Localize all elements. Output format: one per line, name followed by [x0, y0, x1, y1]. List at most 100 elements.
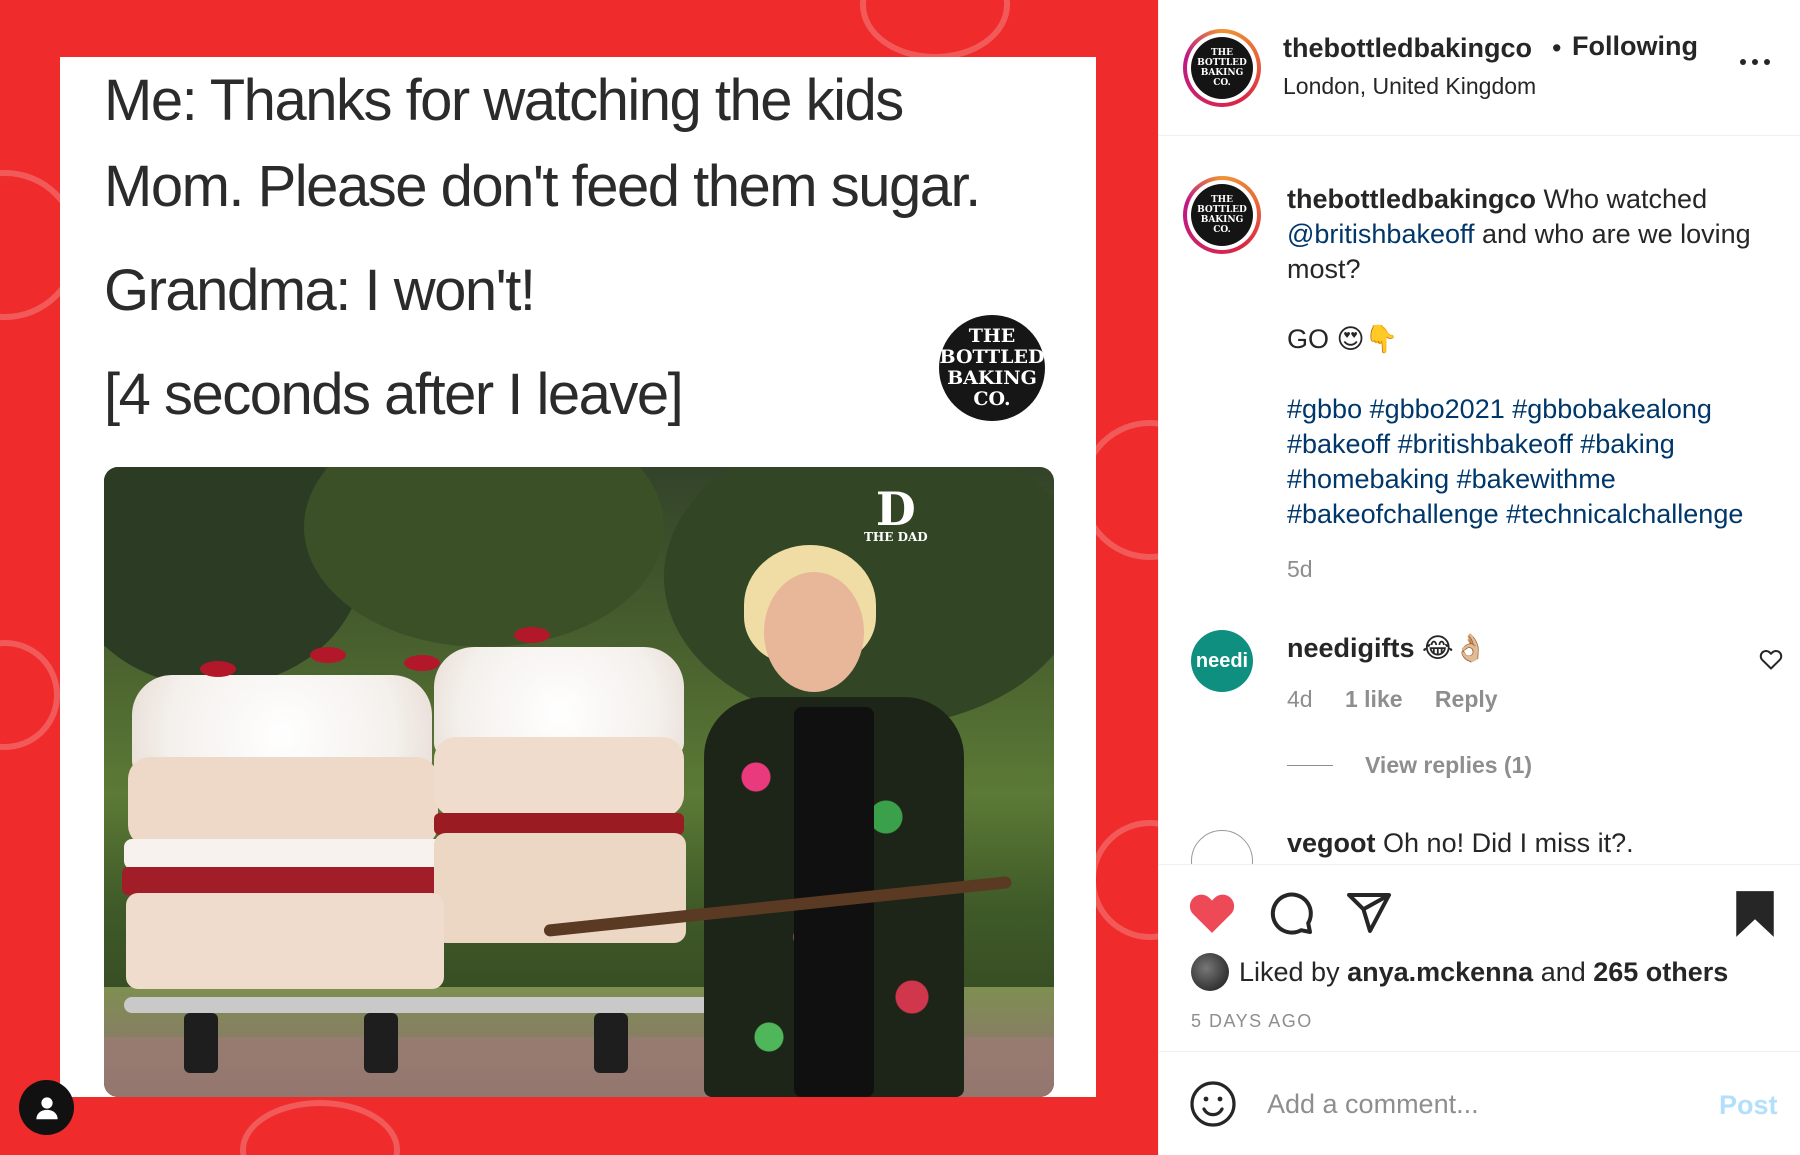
background-doodle	[240, 1100, 400, 1155]
post-header: THE BOTTLED BAKING CO. thebottledbakingc…	[1159, 0, 1800, 136]
emoji-button[interactable]	[1189, 1080, 1237, 1128]
caption-go-line: GO 😍👇	[1287, 324, 1399, 354]
caption-timestamp: 5d	[1287, 556, 1313, 582]
cake-cream	[124, 839, 444, 869]
comment-button[interactable]	[1267, 889, 1317, 939]
comment-icon	[1270, 892, 1313, 935]
author-username[interactable]: thebottledbakingco	[1283, 33, 1532, 64]
cake-tray	[124, 997, 724, 1013]
background-doodle	[860, 0, 1010, 60]
save-button[interactable]	[1733, 889, 1783, 939]
comment-meta: 4d 1 like Reply	[1287, 686, 1524, 713]
background-doodle	[1090, 820, 1158, 940]
send-icon	[1347, 893, 1391, 933]
cake-layer	[434, 737, 684, 817]
caption-author-avatar[interactable]: THE BOTTLED BAKING CO.	[1183, 176, 1261, 254]
background-doodle	[0, 640, 60, 750]
add-comment-bar: Post	[1159, 1052, 1800, 1155]
avatar-text: BOTTLED	[1197, 205, 1247, 215]
post-comment-button[interactable]: Post	[1719, 1090, 1778, 1121]
heart-outline-icon	[1759, 649, 1783, 670]
liked-by-middle: and	[1533, 957, 1594, 987]
comment: vegoot Oh no! Did I miss it?.	[1287, 828, 1634, 859]
post-side-panel: THE BOTTLED BAKING CO. thebottledbakingc…	[1158, 0, 1800, 1155]
cake-jam	[122, 867, 444, 895]
bookmark-filled-icon	[1736, 891, 1774, 937]
like-button[interactable]	[1187, 889, 1237, 939]
avatar-text: BOTTLED	[1197, 58, 1247, 68]
comment-username[interactable]: needigifts	[1287, 633, 1415, 663]
brand-logo: THE BOTTLED BAKING CO.	[939, 315, 1045, 421]
mention-link[interactable]: @britishbakeoff	[1287, 219, 1475, 249]
share-button[interactable]	[1345, 889, 1395, 939]
comment-avatar[interactable]	[1191, 830, 1253, 864]
logo-text: THE	[968, 325, 1016, 347]
replies-divider	[1287, 765, 1333, 766]
avatar-text: THE	[1210, 48, 1234, 58]
comment-input[interactable]	[1267, 1080, 1667, 1128]
meme-text-line: [4 seconds after I leave]	[104, 362, 684, 427]
woman-face	[764, 572, 864, 692]
meme-text-line: Me: Thanks for watching the kids	[104, 68, 904, 133]
more-options-button[interactable]	[1739, 48, 1771, 68]
liked-by-prefix: Liked by	[1239, 957, 1348, 987]
comment: needigifts 😂👌🏼	[1287, 632, 1487, 664]
avatar-inner: THE BOTTLED BAKING CO.	[1187, 180, 1257, 250]
reply-button[interactable]: Reply	[1435, 686, 1498, 712]
avatar-text: THE	[1210, 195, 1234, 205]
post-location[interactable]: London, United Kingdom	[1283, 73, 1536, 100]
separator-dot: •	[1552, 33, 1562, 63]
cake-cherry	[514, 627, 550, 643]
meme-text-line: Grandma: I won't!	[104, 258, 536, 323]
tray-leg	[364, 1013, 398, 1073]
smiley-icon	[1190, 1081, 1236, 1127]
watermark: D THE DAD	[864, 486, 928, 543]
cake-cherry	[310, 647, 346, 663]
tray-leg	[594, 1013, 628, 1073]
brand-avatar: THE BOTTLED BAKING CO.	[1191, 184, 1253, 246]
user-icon	[35, 1096, 58, 1119]
brand-avatar: THE BOTTLED BAKING CO.	[1191, 37, 1253, 99]
avatar-text: CO.	[1213, 225, 1231, 235]
avatar-inner: THE BOTTLED BAKING CO.	[1187, 33, 1257, 103]
liked-by-avatar[interactable]	[1191, 953, 1229, 991]
view-replies-label: View replies (1)	[1365, 752, 1533, 778]
cake-jam	[434, 813, 684, 835]
avatar-text: BAKING	[1200, 68, 1244, 78]
comment-text: Oh no! Did I miss it?.	[1383, 828, 1634, 858]
post-media[interactable]: Me: Thanks for watching the kids Mom. Pl…	[0, 0, 1158, 1155]
comment-avatar[interactable]: needi	[1191, 630, 1253, 692]
tagged-user-button[interactable]	[19, 1080, 74, 1135]
following-button[interactable]: Following	[1572, 31, 1698, 62]
avatar-text: BAKING	[1200, 215, 1244, 225]
logo-text: CO.	[973, 388, 1011, 410]
caption-username[interactable]: thebottledbakingco	[1287, 184, 1536, 214]
comment-time: 4d	[1287, 686, 1313, 712]
comment-likes[interactable]: 1 like	[1345, 686, 1403, 712]
logo-text: BAKING	[947, 367, 1037, 389]
post-date: 5 DAYS AGO	[1191, 1011, 1313, 1031]
post-actions: Liked by anya.mckenna and 265 others 5 D…	[1159, 864, 1800, 1052]
heart-filled-icon	[1189, 894, 1235, 933]
giant-cake	[104, 467, 724, 1097]
comment-username[interactable]: vegoot	[1287, 828, 1376, 858]
caption-text: Who watched	[1536, 184, 1708, 214]
author-avatar[interactable]: THE BOTTLED BAKING CO.	[1183, 29, 1261, 107]
meme-text-line: Mom. Please don't feed them sugar.	[104, 154, 981, 219]
more-horizontal-icon	[1740, 59, 1770, 65]
comment-text: 😂👌🏼	[1422, 633, 1488, 663]
caption-hashtags[interactable]: #gbbo #gbbo2021 #gbbobakealong #bakeoff …	[1287, 392, 1787, 532]
avatar-text: CO.	[1213, 78, 1231, 88]
liked-by-summary[interactable]: Liked by anya.mckenna and 265 others	[1239, 957, 1728, 988]
view-replies-button[interactable]: View replies (1)	[1287, 752, 1532, 779]
comments-section[interactable]: THE BOTTLED BAKING CO. thebottledbakingc…	[1159, 136, 1800, 864]
meme-image: Me: Thanks for watching the kids Mom. Pl…	[60, 57, 1096, 1097]
like-comment-button[interactable]	[1759, 648, 1783, 675]
post-caption: thebottledbakingco Who watched @britishb…	[1287, 182, 1787, 532]
logo-text: BOTTLED	[939, 346, 1045, 368]
cake-cherry	[200, 661, 236, 677]
liked-by-user[interactable]: anya.mckenna	[1347, 957, 1533, 987]
cake-cherry	[404, 655, 440, 671]
meme-photo: D THE DAD	[104, 467, 1054, 1097]
liked-by-others[interactable]: 265 others	[1593, 957, 1728, 987]
